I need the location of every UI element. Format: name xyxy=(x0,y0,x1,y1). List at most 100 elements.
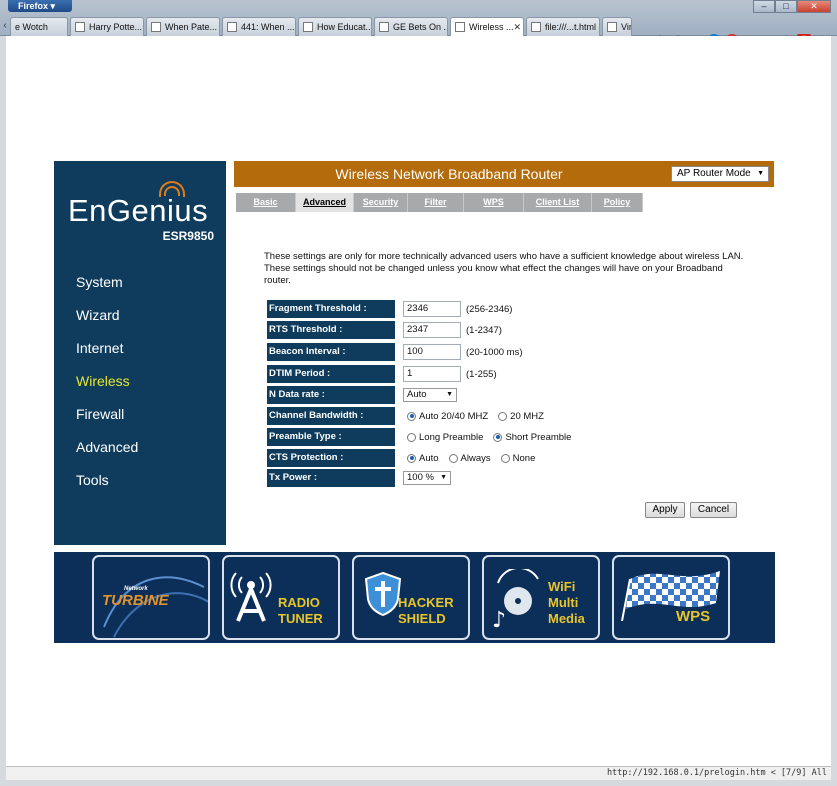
beacon-interval-label: Beacon Interval : xyxy=(267,343,395,361)
browser-tab[interactable]: e Wotch xyxy=(10,17,68,36)
nav-item-system[interactable]: System xyxy=(76,271,138,304)
tab-wps[interactable]: WPS xyxy=(464,193,524,212)
main-nav: System Wizard Internet Wireless Firewall Adva… xyxy=(76,271,138,502)
favicon-icon xyxy=(607,22,617,32)
feature-banner: Network TURBINE RADIO TUNER HACKER SHIEL… xyxy=(54,552,775,643)
browser-tab[interactable]: GE Bets On ... xyxy=(374,17,448,36)
apply-button[interactable]: Apply xyxy=(645,502,685,518)
fragment-threshold-label: Fragment Threshold : xyxy=(267,300,395,318)
radio-button[interactable] xyxy=(407,432,416,442)
header-bar: Wireless Network Broadband Router AP Rou… xyxy=(234,161,774,187)
tab-advanced[interactable]: Advanced xyxy=(296,193,354,212)
beacon-interval-hint: (20-1000 ms) xyxy=(466,346,523,358)
rts-threshold-row: RTS Threshold : 2347 (1-2347) xyxy=(267,321,737,339)
channel-bandwidth-label: Channel Bandwidth : xyxy=(267,407,395,425)
beacon-interval-input[interactable]: 100 xyxy=(403,344,461,360)
radio-button[interactable] xyxy=(407,453,416,463)
wifi-text: WiFi xyxy=(548,579,576,594)
preamble-type-label: Preamble Type : xyxy=(267,428,395,446)
browser-tab[interactable]: How Educat... xyxy=(298,17,372,36)
left-nav-panel: EnGenius ESR9850 System Wizard Internet Wir… xyxy=(54,161,226,545)
bandwidth-auto-radio[interactable]: Auto 20/40 MHZ xyxy=(407,411,488,422)
favicon-icon xyxy=(379,22,389,32)
dtim-period-row: DTIM Period : 1 (1-255) xyxy=(267,365,737,383)
cts-always-radio[interactable]: Always xyxy=(448,453,491,464)
minimize-button[interactable]: – xyxy=(753,0,775,13)
close-window-button[interactable]: ✕ xyxy=(797,0,831,13)
tab-security[interactable]: Security xyxy=(354,193,408,212)
fragment-threshold-input[interactable]: 2346 xyxy=(403,301,461,317)
rts-threshold-label: RTS Threshold : xyxy=(267,321,395,339)
favicon-icon xyxy=(151,22,161,32)
tx-power-row: Tx Power : 100 % ▼ xyxy=(267,469,737,487)
browser-tab[interactable]: 441: When ... xyxy=(222,17,296,36)
tab-policy[interactable]: Policy xyxy=(592,193,643,212)
nav-item-internet[interactable]: Internet xyxy=(76,337,138,370)
tab-scroll-left-icon[interactable]: ‹ xyxy=(0,18,10,34)
browser-tab[interactable]: file:///...t.html xyxy=(526,17,600,36)
n-data-rate-label: N Data rate : xyxy=(267,386,395,404)
nav-item-wizard[interactable]: Wizard xyxy=(76,304,138,337)
preamble-long-radio[interactable]: Long Preamble xyxy=(407,432,483,443)
shield-icon xyxy=(364,571,402,617)
cts-none-radio[interactable]: None xyxy=(500,453,535,464)
rts-threshold-input[interactable]: 2347 xyxy=(403,322,461,338)
radio-button[interactable] xyxy=(448,453,458,463)
radio-button[interactable] xyxy=(498,411,508,421)
radio-tuner-badge: RADIO TUNER xyxy=(222,555,340,640)
fragment-threshold-row: Fragment Threshold : 2346 (256-2346) xyxy=(267,300,737,318)
fragment-threshold-hint: (256-2346) xyxy=(466,303,513,315)
tab-label: Vir xyxy=(621,22,632,32)
browser-tab[interactable]: Wireless ... ✕ xyxy=(450,17,524,36)
tab-client-list[interactable]: Client List xyxy=(524,193,592,212)
radio-button[interactable] xyxy=(493,432,503,442)
channel-bandwidth-row: Channel Bandwidth : Auto 20/40 MHZ 20 MH… xyxy=(267,407,737,425)
tab-label: Harry Potte... xyxy=(89,22,143,32)
logo-wifi-arc-inner-icon xyxy=(164,186,180,196)
radio-text: RADIO xyxy=(278,595,320,610)
maximize-button[interactable]: □ xyxy=(775,0,797,13)
tab-label: Wireless ... xyxy=(469,22,514,32)
favicon-icon xyxy=(531,22,541,32)
tab-label: When Pate... xyxy=(165,22,218,32)
nav-item-firewall[interactable]: Firewall xyxy=(76,403,138,436)
nav-item-wireless[interactable]: Wireless xyxy=(76,370,138,403)
preamble-short-radio[interactable]: Short Preamble xyxy=(493,432,571,443)
firefox-menu-button[interactable]: Firefox ▾ xyxy=(8,0,72,12)
multi-text: Multi xyxy=(548,595,579,610)
model-number: ESR9850 xyxy=(162,229,214,243)
preamble-type-row: Preamble Type : Long Preamble Short Prea… xyxy=(267,428,737,446)
tuner-text: TUNER xyxy=(278,611,323,626)
radio-button[interactable] xyxy=(500,453,510,463)
browser-tab[interactable]: When Pate... xyxy=(146,17,220,36)
dtim-period-hint: (1-255) xyxy=(466,368,497,380)
beacon-interval-row: Beacon Interval : 100 (20-1000 ms) xyxy=(267,343,737,361)
favicon-icon xyxy=(227,22,237,32)
bandwidth-20mhz-radio[interactable]: 20 MHZ xyxy=(498,411,544,422)
nav-item-advanced[interactable]: Advanced xyxy=(76,436,138,469)
mode-select[interactable]: AP Router Mode ▼ xyxy=(671,166,769,182)
tab-label: 441: When ... xyxy=(241,22,295,32)
hacker-shield-badge: HACKER SHIELD xyxy=(352,555,470,640)
n-data-rate-select[interactable]: Auto ▼ xyxy=(403,388,457,402)
status-url: http://192.168.0.1/prelogin.htm < [7/9] … xyxy=(606,768,827,778)
cancel-button[interactable]: Cancel xyxy=(690,502,737,518)
browser-tab[interactable]: Harry Potte... xyxy=(70,17,144,36)
dtim-period-input[interactable]: 1 xyxy=(403,366,461,382)
turbine-badge: Network TURBINE xyxy=(92,555,210,640)
media-text: Media xyxy=(548,611,585,626)
sub-tabs: Basic Advanced Security Filter WPS Client Lis… xyxy=(236,193,643,212)
page-title: Wireless Network Broadband Router xyxy=(335,166,563,182)
radio-button[interactable] xyxy=(407,411,416,421)
tx-power-select[interactable]: 100 % ▼ xyxy=(403,471,451,485)
tab-label: How Educat... xyxy=(317,22,372,32)
tab-filter[interactable]: Filter xyxy=(408,193,464,212)
cts-auto-radio[interactable]: Auto xyxy=(407,453,439,464)
close-tab-icon[interactable]: ✕ xyxy=(514,18,522,36)
tab-label: e Wotch xyxy=(15,22,48,32)
tab-basic[interactable]: Basic xyxy=(236,193,296,212)
cts-protection-row: CTS Protection : Auto Always None xyxy=(267,449,737,467)
cts-protection-label: CTS Protection : xyxy=(267,449,395,467)
browser-tab[interactable]: Vir xyxy=(602,17,632,36)
nav-item-tools[interactable]: Tools xyxy=(76,469,138,502)
